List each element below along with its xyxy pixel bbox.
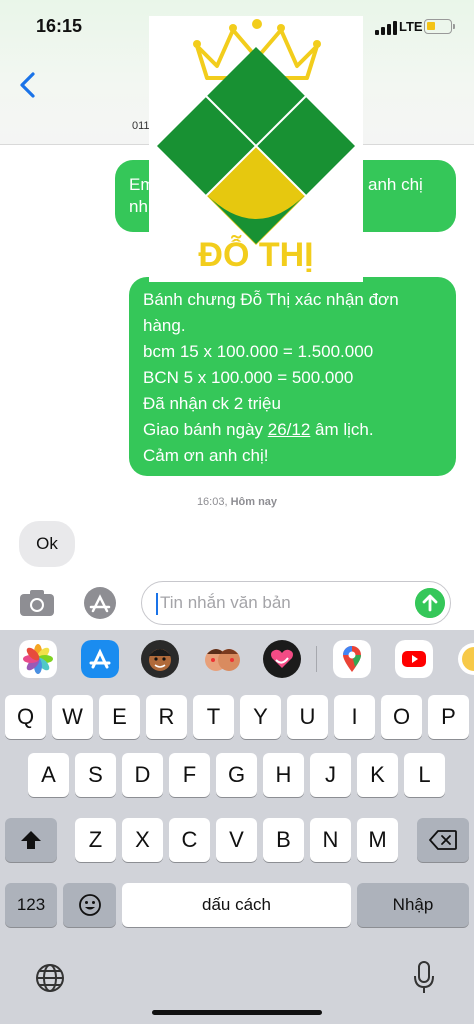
return-key[interactable]: Nhập (357, 883, 469, 927)
key-h[interactable]: H (263, 753, 304, 797)
key-p[interactable]: P (428, 695, 469, 739)
do-thi-logo: ĐỖ THỊ (149, 16, 363, 282)
emoji-icon (78, 894, 101, 916)
message-timestamp: 16:03, Hôm nay (196, 496, 278, 508)
key-x[interactable]: X (122, 818, 163, 862)
key-s[interactable]: S (75, 753, 116, 797)
shift-arrow-icon (21, 831, 41, 849)
photos-app-icon[interactable] (19, 640, 57, 678)
message-line: Giao bánh ngày 26/12 âm lịch. (143, 420, 374, 439)
youtube-icon[interactable] (395, 640, 433, 678)
message-line: Bánh chưng Đỗ Thị xác nhận đơn (143, 290, 399, 309)
signal-icon (375, 21, 397, 35)
key-m[interactable]: M (357, 818, 398, 862)
message-line: hàng. (143, 316, 186, 335)
back-chevron-icon[interactable] (16, 70, 40, 100)
home-indicator (152, 1010, 322, 1015)
incoming-message[interactable]: Ok (19, 521, 75, 567)
outgoing-message-order[interactable]: Bánh chưng Đỗ Thị xác nhận đơn hàng. bcm… (129, 277, 456, 476)
numbers-key[interactable]: 123 (5, 883, 57, 927)
message-line: Cảm ơn anh chị! (143, 446, 269, 465)
send-arrow-icon[interactable] (415, 588, 445, 618)
backspace-icon (429, 830, 457, 850)
key-j[interactable]: J (310, 753, 351, 797)
apps-separator (316, 646, 317, 672)
key-b[interactable]: B (263, 818, 304, 862)
network-type: LTE (399, 19, 423, 34)
message-text: anh chị (368, 175, 423, 194)
key-q[interactable]: Q (5, 695, 46, 739)
shift-key[interactable] (5, 818, 57, 862)
key-k[interactable]: K (357, 753, 398, 797)
logo-text: ĐỖ THỊ (198, 236, 313, 274)
key-y[interactable]: Y (240, 695, 281, 739)
key-t[interactable]: T (193, 695, 234, 739)
more-apps-icon[interactable] (455, 640, 474, 678)
key-g[interactable]: G (216, 753, 257, 797)
memoji-icon[interactable] (141, 640, 179, 678)
date-link[interactable]: 26/12 (268, 420, 311, 439)
battery-icon (424, 19, 452, 34)
key-z[interactable]: Z (75, 818, 116, 862)
app-store-app-icon[interactable] (81, 640, 119, 678)
backspace-key[interactable] (417, 818, 469, 862)
key-u[interactable]: U (287, 695, 328, 739)
input-placeholder: Tin nhắn văn bản (160, 593, 291, 612)
camera-icon[interactable] (18, 588, 56, 618)
message-input[interactable]: Tin nhắn văn bản (141, 581, 451, 625)
key-l[interactable]: L (404, 753, 445, 797)
globe-icon[interactable] (34, 962, 66, 994)
emoji-key[interactable] (63, 883, 116, 927)
key-n[interactable]: N (310, 818, 351, 862)
key-i[interactable]: I (334, 695, 375, 739)
key-o[interactable]: O (381, 695, 422, 739)
google-maps-icon[interactable] (333, 640, 371, 678)
app-store-icon[interactable] (80, 585, 120, 621)
contact-name[interactable]: 011 (132, 120, 150, 132)
key-a[interactable]: A (28, 753, 69, 797)
key-e[interactable]: E (99, 695, 140, 739)
key-d[interactable]: D (122, 753, 163, 797)
message-line: bcm 15 x 100.000 = 1.500.000 (143, 342, 374, 361)
key-v[interactable]: V (216, 818, 257, 862)
microphone-icon[interactable] (412, 960, 436, 996)
key-f[interactable]: F (169, 753, 210, 797)
message-line: Đã nhận ck 2 triệu (143, 394, 281, 413)
space-key[interactable]: dấu cách (122, 883, 351, 927)
message-line: BCN 5 x 100.000 = 500.000 (143, 368, 354, 387)
imessage-apps-row (0, 630, 474, 686)
logo-graphic: ĐỖ THỊ (157, 19, 355, 274)
battery-tip (453, 24, 455, 29)
digital-touch-icon[interactable] (263, 640, 301, 678)
messages-screen: 16:15 LTE 011 Em nh anh chị Bánh chưng Đỗ… (0, 0, 474, 1024)
text-caret (156, 593, 158, 615)
key-r[interactable]: R (146, 695, 187, 739)
key-c[interactable]: C (169, 818, 210, 862)
keyboard: Q W E R T Y U I O P A S D F G H J K L Z … (0, 630, 474, 1024)
memoji-stickers-icon[interactable] (203, 640, 241, 678)
status-time: 16:15 (36, 16, 83, 36)
key-w[interactable]: W (52, 695, 93, 739)
